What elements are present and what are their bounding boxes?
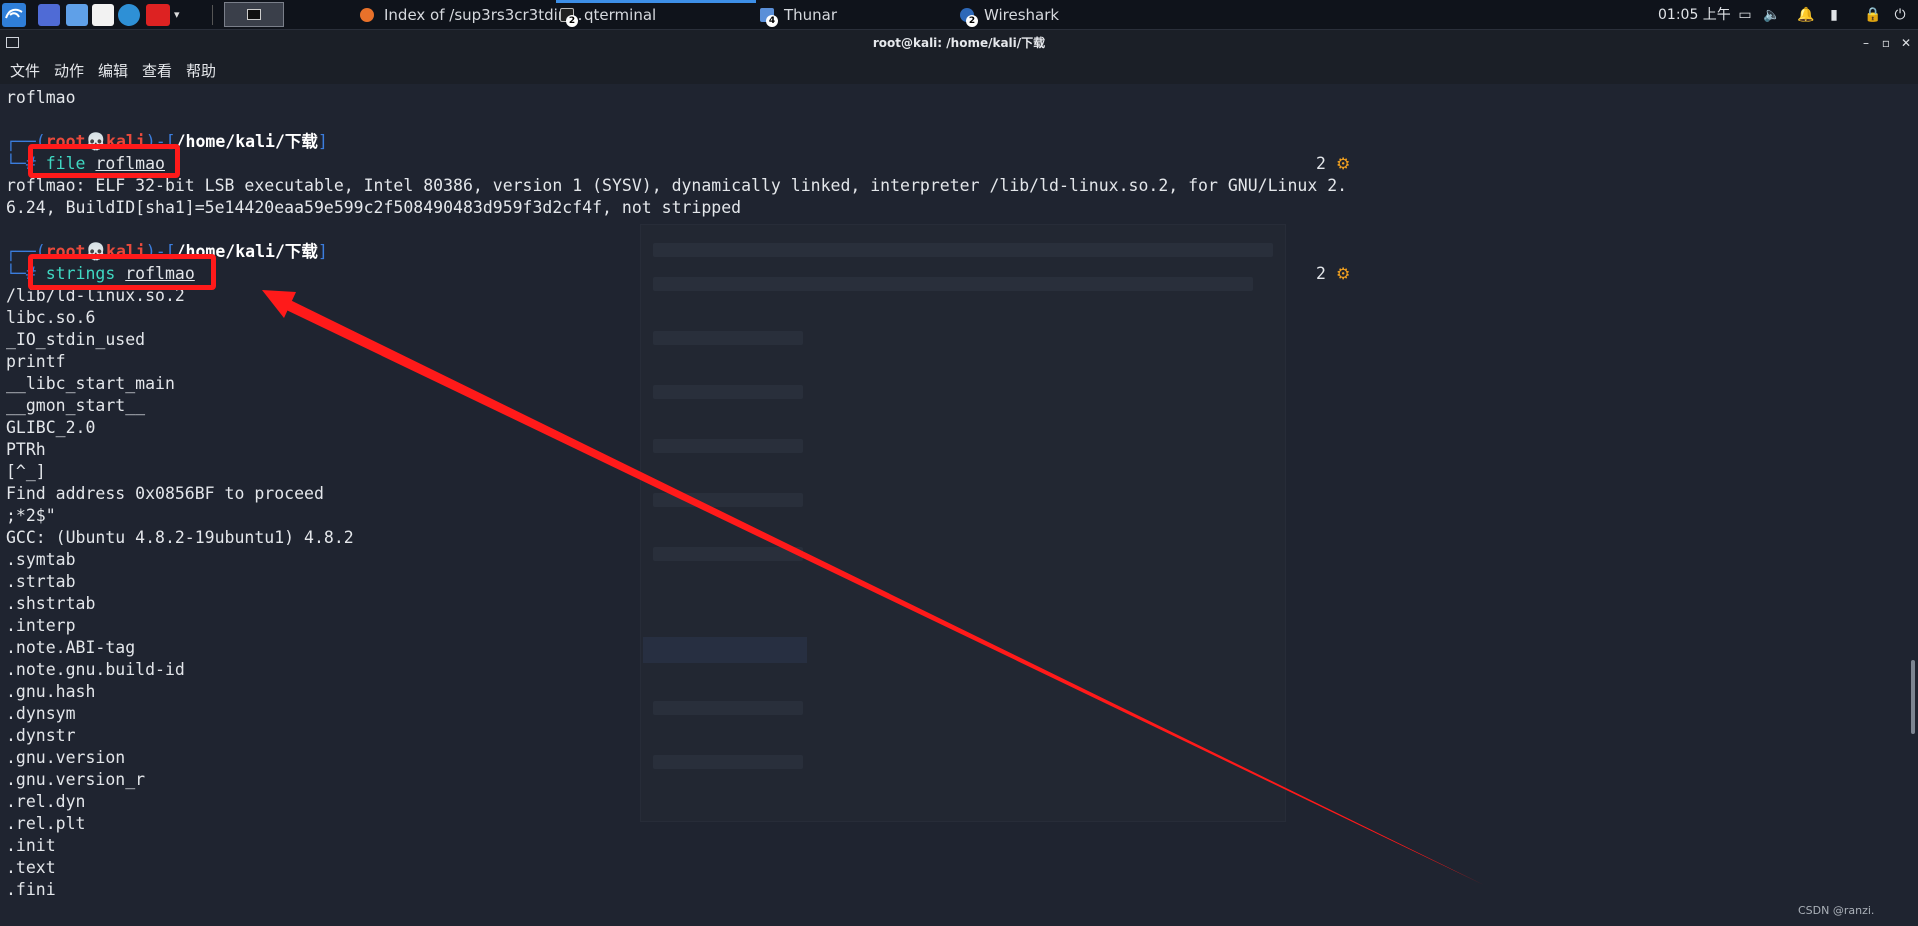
annotation-arrow	[262, 290, 1484, 885]
watermark: CSDN @ranzi.	[1798, 904, 1875, 917]
arrow-shaft	[278, 296, 1484, 885]
